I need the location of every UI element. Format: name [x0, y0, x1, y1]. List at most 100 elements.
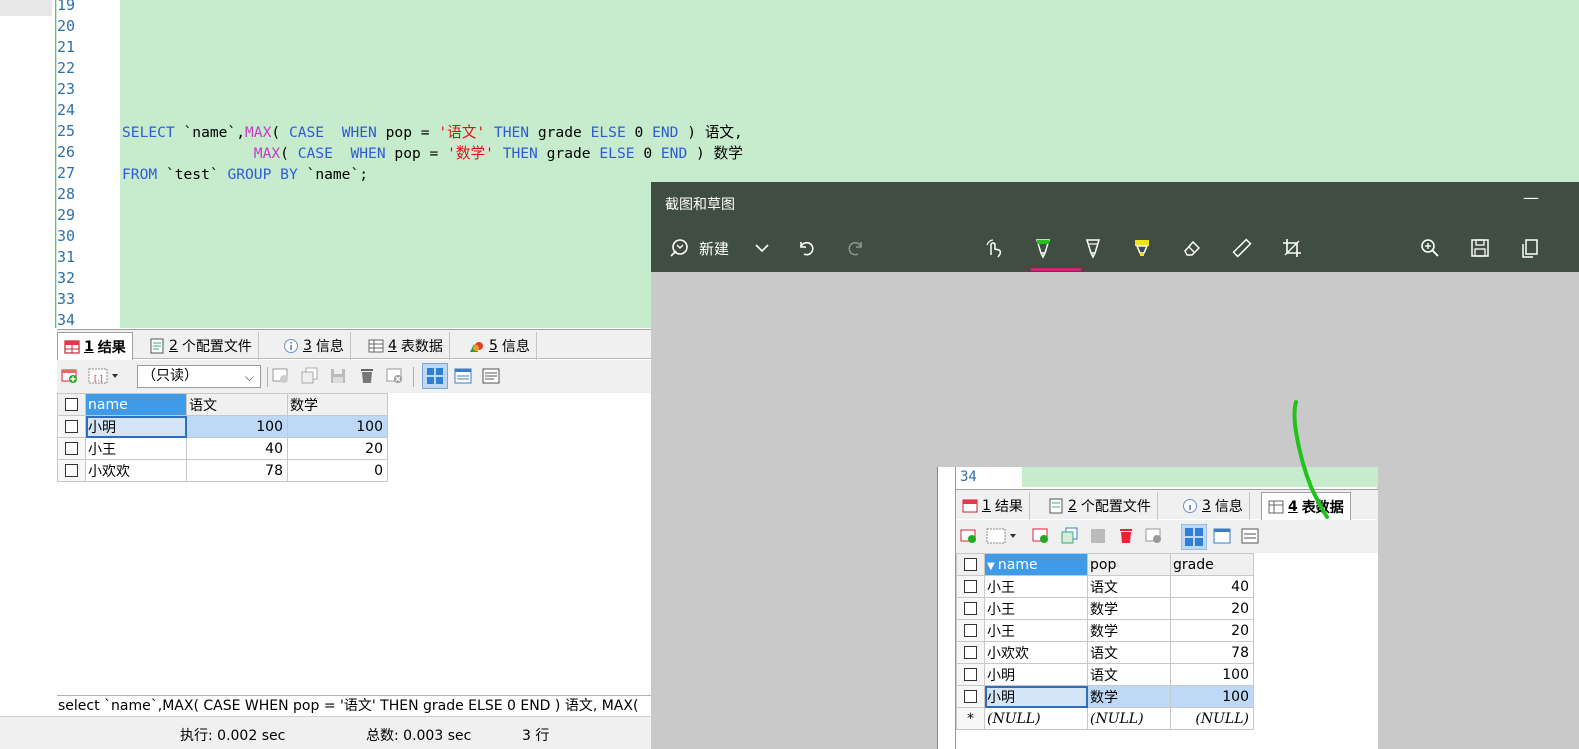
code-token: MAX	[245, 124, 272, 141]
cancel-button[interactable]	[385, 366, 405, 386]
text-view-button[interactable]	[481, 366, 501, 386]
minimize-button[interactable]: —	[1523, 188, 1539, 207]
code-token: 0	[634, 145, 661, 162]
new-snip-button[interactable]	[665, 234, 693, 262]
cell-yuwen[interactable]: 78	[186, 459, 288, 482]
code-line-25[interactable]: SELECT `name`,MAX( CASE WHEN pop = '语文' …	[122, 122, 743, 143]
table-row[interactable]: 小欢欢 78 0	[57, 459, 388, 482]
tab-profiles[interactable]: 2 个配置文件	[143, 332, 259, 360]
grid-add-button[interactable]	[271, 366, 291, 386]
result-toolbar: [.] （只读） ⌵	[57, 360, 657, 393]
cell-yuwen[interactable]: 40	[186, 437, 288, 460]
result-table[interactable]: name 语文 数学 小明 100 100 小王 40 20 小欢欢 78 0	[57, 393, 388, 482]
cell-name[interactable]: 小王	[85, 437, 187, 460]
snip-title-bar[interactable]: 截图和草图 —	[651, 182, 1579, 224]
tab-number: 1	[84, 339, 94, 355]
line-number: 24	[57, 101, 76, 119]
ballpoint-pen-button[interactable]	[1029, 234, 1057, 262]
line-number: 19	[57, 0, 76, 14]
line-number: 23	[57, 80, 76, 98]
code-token: FROM	[122, 166, 158, 183]
line-number: 27	[57, 164, 76, 182]
cell-shuxue[interactable]: 100	[287, 415, 388, 438]
table-row[interactable]: 小王 40 20	[57, 437, 388, 460]
touch-writing-button[interactable]	[980, 234, 1008, 262]
duplicate-button[interactable]	[300, 366, 320, 386]
svg-text:[.]: [.]	[94, 374, 103, 383]
new-label[interactable]: 新建	[699, 238, 729, 259]
cell-shuxue[interactable]: 0	[287, 459, 388, 482]
code-token: GROUP BY	[227, 166, 298, 183]
line-number: 30	[57, 227, 76, 245]
code-token: (	[280, 145, 298, 162]
grid-view-button[interactable]	[422, 363, 448, 389]
column-header-name[interactable]: name	[85, 393, 187, 416]
redo-button[interactable]	[842, 234, 870, 262]
code-token: CASE	[288, 124, 325, 141]
chart-info-icon	[470, 342, 483, 352]
toolbar-divider	[413, 367, 414, 387]
line-number: 25	[57, 122, 76, 140]
ruler-button[interactable]	[1228, 234, 1256, 262]
code-token: `name`,	[174, 124, 246, 141]
row-checkbox[interactable]	[57, 415, 86, 438]
tab-label: 结果	[97, 340, 126, 356]
snip-toolbar: 新建	[651, 224, 1579, 272]
tab-number: 5	[489, 338, 498, 354]
zoom-in-button[interactable]	[1416, 234, 1444, 262]
code-line-27[interactable]: FROM `test` GROUP BY `name`;	[122, 164, 368, 185]
cell-name[interactable]: 小欢欢	[85, 459, 187, 482]
line-number: 34	[57, 311, 76, 329]
tab-result[interactable]: 1 结果	[57, 332, 133, 361]
code-token: pop =	[376, 124, 439, 141]
add-row-icon	[61, 369, 77, 383]
result-grid-area[interactable]: name 语文 数学 小明 100 100 小王 40 20 小欢欢 78 0	[57, 393, 657, 695]
tab-number: 3	[303, 338, 312, 354]
cell-name[interactable]: 小明	[85, 415, 187, 438]
executed-sql-text: select `name`,MAX( CASE WHEN pop = '语文' …	[57, 695, 657, 716]
eraser-button[interactable]	[1178, 234, 1206, 262]
export-dropdown-button[interactable]: [.]	[87, 366, 123, 386]
table-row[interactable]: 小明 100 100	[57, 415, 388, 438]
code-token: END	[652, 124, 679, 141]
snip-sketch-window[interactable]: 截图和草图 — 新建 34 1 结果 2 个配置文件 3 信息 4 表数据 ▼ …	[651, 182, 1579, 749]
line-number-gutter: 19 20 21 22 23 24 25 26 27 28 29 30 31 32 33 34	[57, 0, 120, 329]
row-checkbox[interactable]	[57, 459, 86, 482]
code-token: THEN	[493, 124, 530, 141]
code-line-26[interactable]: MAX( CASE WHEN pop = '数学' THEN grade ELS…	[122, 143, 743, 164]
delete-button[interactable]	[357, 366, 377, 386]
code-token: WHEN	[350, 145, 386, 162]
code-token: `test`	[157, 166, 228, 183]
tab-table-data[interactable]: 4 表数据	[362, 332, 450, 360]
add-row-button[interactable]	[60, 366, 80, 386]
tab-info-5[interactable]: 5 信息	[463, 332, 537, 360]
select-all-checkbox[interactable]	[57, 393, 86, 416]
line-number: 32	[57, 269, 76, 287]
column-header-yuwen[interactable]: 语文	[186, 393, 288, 416]
code-token: END	[660, 145, 688, 162]
zoom-in-icon	[1421, 239, 1439, 257]
column-header-shuxue[interactable]: 数学	[287, 393, 388, 416]
copy-button[interactable]	[1516, 234, 1544, 262]
new-dropdown-button[interactable]	[748, 234, 776, 262]
code-token: ) 数学	[687, 145, 743, 162]
save-as-button[interactable]	[1466, 234, 1494, 262]
snip-canvas[interactable]: 34 1 结果 2 个配置文件 3 信息 4 表数据 ▼ name pop gr…	[651, 272, 1579, 749]
tab-info[interactable]: 3 信息	[277, 332, 351, 360]
readonly-select[interactable]: （只读） ⌵	[137, 365, 261, 388]
pencil-button[interactable]	[1079, 234, 1107, 262]
form-view-button[interactable]	[453, 366, 473, 386]
code-token: grade	[537, 145, 600, 162]
row-checkbox[interactable]	[57, 437, 86, 460]
undo-button[interactable]	[792, 234, 820, 262]
save-button[interactable]	[328, 366, 348, 386]
cell-shuxue[interactable]: 20	[287, 437, 388, 460]
highlighter-button[interactable]	[1128, 234, 1156, 262]
total-time: 总数: 0.003 sec	[366, 728, 472, 744]
cell-yuwen[interactable]: 100	[186, 415, 288, 438]
crop-button[interactable]	[1278, 234, 1306, 262]
